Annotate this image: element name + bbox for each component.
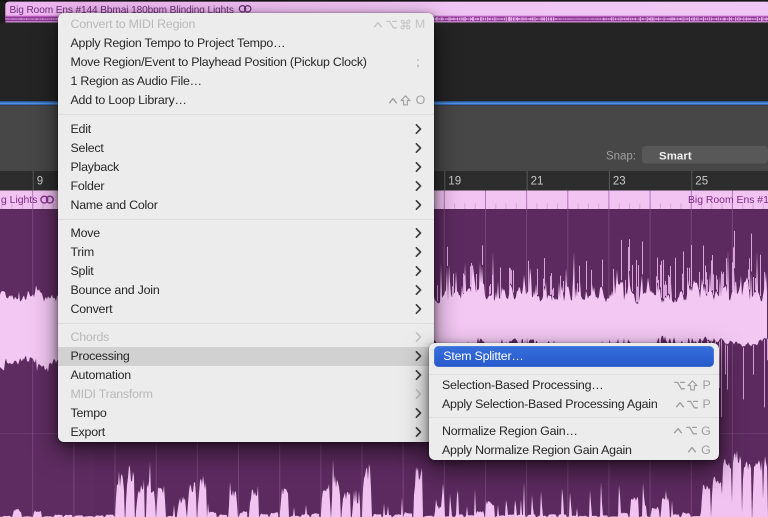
svg-text:19: 19	[448, 176, 461, 188]
svg-text:21: 21	[531, 176, 544, 188]
svg-text:Big Room Ens #144 Bbmaj: Big Room Ens #144 Bbmaj	[688, 195, 768, 206]
svg-text:23: 23	[613, 176, 626, 188]
svg-text:g Lights: g Lights	[1, 195, 37, 206]
svg-text:9: 9	[37, 176, 43, 188]
svg-text:25: 25	[695, 176, 708, 188]
svg-text:Smart: Smart	[659, 150, 692, 162]
svg-text:Snap:: Snap:	[606, 151, 636, 163]
